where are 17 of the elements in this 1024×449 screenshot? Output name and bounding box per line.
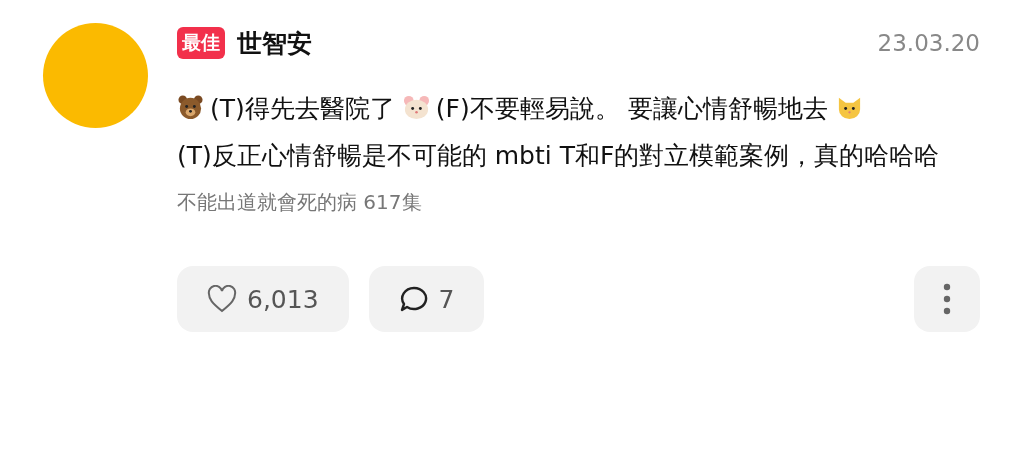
comment-text: (F)不要輕易說。 要讓心情舒暢地 — [435, 93, 803, 125]
comment-date: 23.03.20 — [877, 30, 980, 56]
like-button[interactable]: 6,013 — [177, 266, 349, 332]
hamster-icon — [402, 94, 430, 121]
comment-button[interactable]: 7 — [368, 266, 485, 332]
comment-text: (T)得先去醫院了 — [210, 93, 395, 125]
speech-bubble-icon — [398, 285, 429, 313]
heart-icon — [207, 285, 237, 313]
comment-text: 去 — [802, 93, 828, 125]
comment-text: (T)反正心情舒暢是不可能的 mbti T和F的對立模範 — [177, 140, 740, 172]
bear-icon — [177, 94, 204, 121]
comment-text: 案例，真的哈哈哈 — [739, 140, 940, 172]
author-name: 世智安 — [237, 27, 312, 60]
source-text: 不能出道就會死的病 617集 — [177, 189, 423, 216]
more-button[interactable] — [914, 266, 980, 332]
best-badge: 最佳 — [177, 27, 225, 59]
more-icon — [943, 283, 951, 315]
